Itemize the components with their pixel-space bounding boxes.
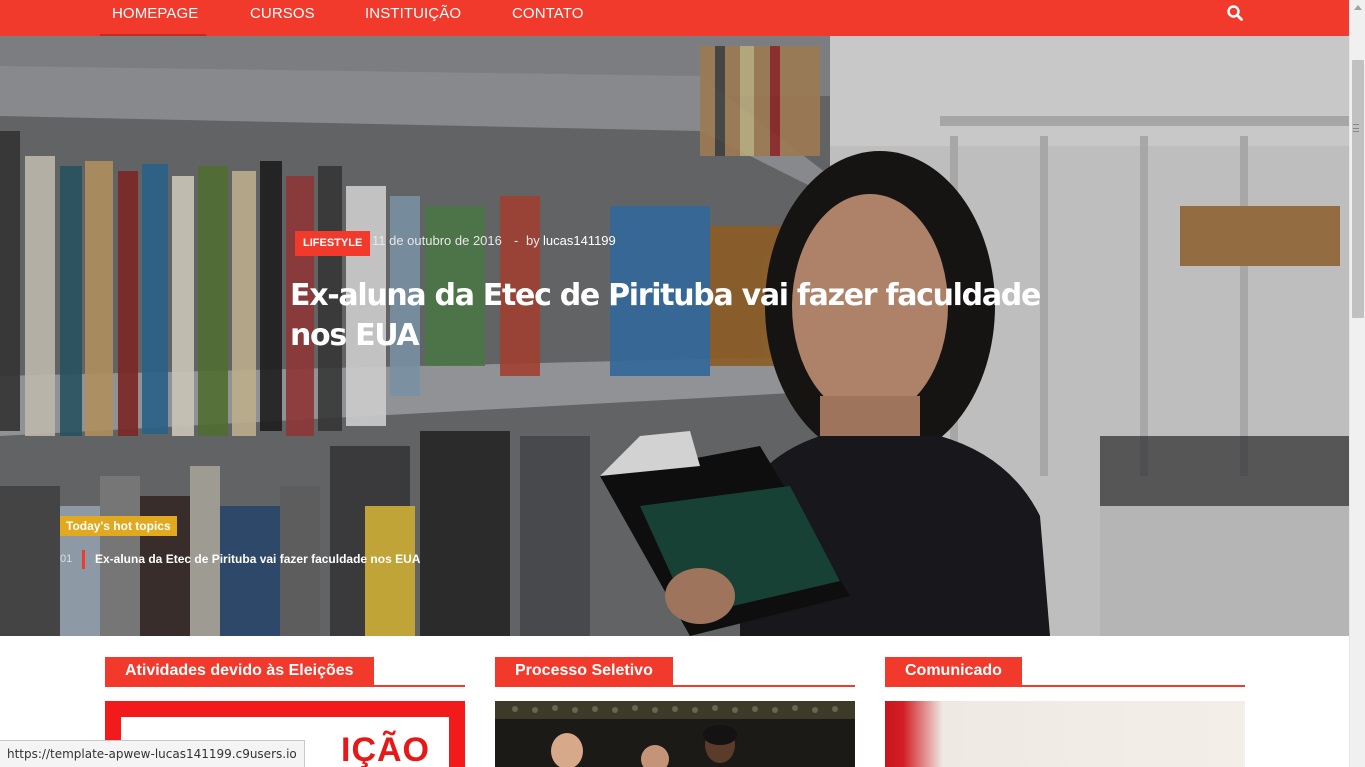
category-badge[interactable]: LIFESTYLE	[295, 231, 371, 256]
search-button[interactable]	[1226, 4, 1246, 24]
hot-topic-link[interactable]: Ex-aluna da Etec de Pirituba vai fazer f…	[95, 552, 420, 566]
top-navbar: HOMEPAGE CURSOS INSTITUIÇÃO CONTATO	[0, 0, 1349, 36]
section-atividades: Atividades devido às Eleições	[105, 657, 465, 687]
scrollbar-thumb[interactable]	[1352, 60, 1364, 318]
thumb-processo-seletivo-image	[495, 701, 855, 767]
scrollbar-grip-icon	[1353, 124, 1359, 132]
vertical-scrollbar[interactable]	[1349, 0, 1365, 767]
nav-homepage[interactable]: HOMEPAGE	[99, 0, 207, 36]
search-icon	[1227, 5, 1243, 21]
post-date: 11 de outubro de 2016	[372, 233, 502, 248]
thumb-atividades-text: IÇÃO	[341, 731, 430, 767]
nav-cursos[interactable]: CURSOS	[250, 0, 315, 36]
hero-banner[interactable]: LIFESTYLE 11 de outubro de 2016 - by luc…	[0, 36, 1349, 636]
section-title-processo-seletivo[interactable]: Processo Seletivo	[495, 657, 673, 685]
nav-contato[interactable]: CONTATO	[512, 0, 584, 36]
hero-title[interactable]: Ex-aluna da Etec de Pirituba vai fazer f…	[290, 276, 1070, 356]
hot-topic-marker	[82, 550, 85, 569]
post-author[interactable]: lucas141199	[543, 233, 616, 248]
scroll-up-arrow-icon[interactable]	[1354, 5, 1362, 10]
hot-topic-number: 01	[60, 553, 73, 565]
meta-separator: -	[514, 233, 519, 248]
section-comunicado: Comunicado	[885, 657, 1245, 687]
status-bar-url: https://template-apwew-lucas141199.c9use…	[0, 740, 305, 767]
hot-topics-label: Today's hot topics	[60, 516, 177, 536]
section-processo-seletivo: Processo Seletivo	[495, 657, 855, 687]
thumb-processo-seletivo[interactable]	[495, 701, 855, 767]
page: HOMEPAGE CURSOS INSTITUIÇÃO CONTATO LIFE…	[0, 0, 1365, 767]
section-title-comunicado[interactable]: Comunicado	[885, 657, 1022, 685]
meta-by: by	[526, 233, 540, 248]
nav-instituicao[interactable]: INSTITUIÇÃO	[365, 0, 461, 36]
section-title-atividades[interactable]: Atividades devido às Eleições	[105, 657, 374, 685]
thumb-comunicado[interactable]	[885, 701, 1245, 767]
